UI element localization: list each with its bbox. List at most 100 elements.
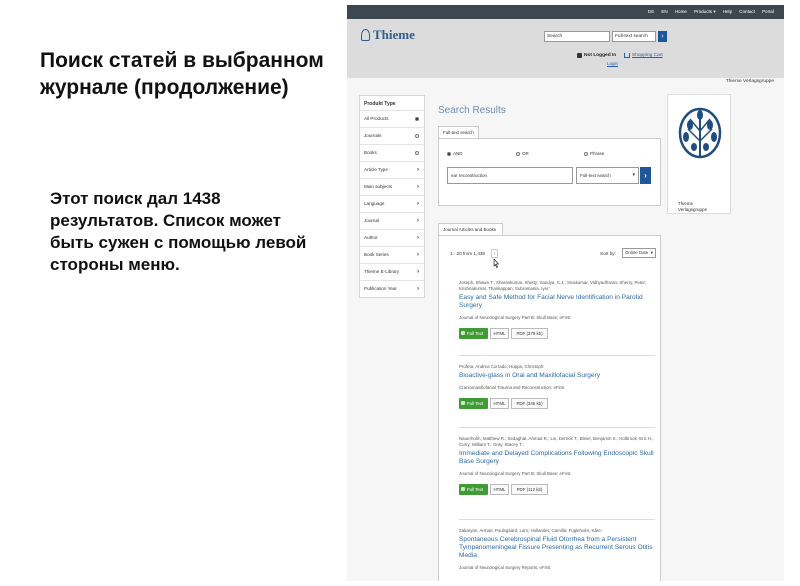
header-search-scope-select[interactable]: Full-text search [612,31,656,42]
top-link-home[interactable]: Home [675,7,687,16]
result-title-link[interactable]: Easy and Safe Method for Facial Nerve Id… [459,294,655,310]
html-button[interactable]: HTML [490,484,509,495]
page-title: Search Results [438,105,506,116]
sidebar-item-journal[interactable]: Journal › [360,212,424,229]
pdf-button[interactable]: PDF (379 kb) [511,328,548,339]
next-page-button[interactable]: › [491,249,498,258]
sidebar-item-books[interactable]: Books [360,144,424,161]
login-status-text: Not Logged In [584,53,617,58]
result-authors: Profeta, Andrea Corrado; Huppa, Christop… [459,364,545,369]
result-item: Zakaryan, Arman; Poulsgaard, Lars; Holla… [459,528,655,581]
radio-icon [415,151,419,155]
chevron-right-icon: › [417,201,419,207]
result-authors: Joseph, Shawn T.; Sharankumar, Shetty; S… [459,280,647,291]
top-link-contact[interactable]: Contact [739,7,755,16]
sidebar-item-author[interactable]: Author › [360,229,424,246]
sidebar-item-publication-year[interactable]: Publication Year › [360,280,424,297]
html-button[interactable]: HTML [490,328,509,339]
full-text-button[interactable]: Full Text [459,328,488,339]
radio-icon [584,151,588,156]
open-lock-icon [461,331,465,335]
result-title-link[interactable]: Spontaneous Cerebrospinal Fluid Otorrhea… [459,536,655,560]
sidebar-item-language[interactable]: Language › [360,195,424,212]
login-status: Not Logged In [577,53,616,58]
header-search-input[interactable]: Search [544,31,610,42]
pdf-button[interactable]: PDF (345 kb) [511,398,548,409]
result-title-link[interactable]: Bioactive-glass in Oral and Maxillofacia… [459,372,655,380]
chevron-right-icon: › [417,269,419,275]
tree-logo-icon [678,107,722,159]
open-lock-icon [461,487,465,491]
chevron-right-icon: › [417,184,419,190]
query-input[interactable]: ear reconstruction [447,167,573,184]
result-source: Craniomaxillofacial Trauma and Reconstru… [459,385,565,390]
result-item: Nauerholm, Matthew R.; Sedaghat, Ahmad R… [459,436,655,520]
sidebar-item-all-products[interactable]: All Products [360,110,424,127]
thieme-logo[interactable]: Thieme [361,27,415,43]
result-title-link[interactable]: Immediate and Delayed Complications Foll… [459,450,655,466]
side-image-caption: Thieme Verlagsgruppe [678,201,708,212]
lock-icon [577,53,582,58]
chevron-right-icon: › [417,167,419,173]
tree-logo-icon [361,29,370,41]
result-authors: Zakaryan, Arman; Poulsgaard, Lars; Holla… [459,528,603,533]
results-list: 1 - 20 from 1,438 › Sort by: Online Date… [438,235,661,581]
chevron-right-icon: › [417,286,419,292]
slide-title: Поиск статей в выбранном журнале (продол… [40,49,324,99]
website-screenshot: DE EN Home Products ▾ Help Contact Porta… [347,5,784,581]
result-authors: Nauerholm, Matthew R.; Sedaghat, Ahmad R… [459,436,654,447]
chevron-down-icon: ▾ [650,250,653,255]
radio-phrase[interactable]: Phrase [584,151,604,156]
sort-select[interactable]: Online Date ▾ [622,248,656,258]
sidebar-item-e-library[interactable]: Thieme E-Library › [360,263,424,280]
result-count: 1 - 20 from 1,438 [450,251,485,256]
chevron-right-icon: › [417,252,419,258]
sidebar-item-article-type[interactable]: Article Type › [360,161,424,178]
chevron-right-icon: › [417,235,419,241]
login-link[interactable]: Login [607,61,618,66]
tab-full-text-search[interactable]: Full-text search [438,126,479,138]
html-button[interactable]: HTML [490,398,509,409]
query-search-button[interactable]: › [640,167,651,184]
slide-description: Этот поиск дал 1438 результатов. Список … [50,189,307,274]
open-lock-icon [461,401,465,405]
thieme-tree-image [667,94,731,214]
radio-or[interactable]: OR [516,151,529,156]
full-text-button[interactable]: Full Text [459,398,488,409]
radio-icon [447,151,451,156]
chevron-down-icon: ▾ [632,172,635,178]
result-source: Journal of Neurological Surgery Reports;… [459,565,551,570]
brand-text: Thieme Verlagsgruppe [725,79,774,84]
top-link-help[interactable]: Help [723,7,732,16]
full-text-button[interactable]: Full Text [459,484,488,495]
sidebar-heading: Produkt Type [364,101,396,107]
top-navigation-bar: DE EN Home Products ▾ Help Contact Porta… [347,5,784,19]
top-link-de[interactable]: DE [648,7,654,16]
sort-by-label: Sort by: [600,251,616,256]
filter-sidebar: Produkt Type All Products Journals Books… [359,95,425,298]
brand-line: Thieme Verlagsgruppe [347,78,784,89]
shopping-cart-link[interactable]: Shopping Cart [624,53,663,58]
mouse-cursor-icon [493,259,499,268]
chevron-right-icon: › [417,218,419,224]
cart-label: Shopping Cart [632,53,663,58]
top-link-en[interactable]: EN [661,7,667,16]
query-scope-select[interactable]: Full-text search ▾ [576,167,639,184]
radio-icon [415,117,419,121]
radio-icon [415,134,419,138]
logo-text: Thieme [373,27,415,42]
result-item: Profeta, Andrea Corrado; Huppa, Christop… [459,364,655,428]
sidebar-item-book-series[interactable]: Book Series › [360,246,424,263]
radio-and[interactable]: AND [447,151,463,156]
header-search-button[interactable]: › [658,31,667,42]
sidebar-item-main-subjects[interactable]: Main subjects › [360,178,424,195]
cart-icon [624,53,630,58]
pdf-button[interactable]: PDF (112 kb) [511,484,548,495]
search-form: AND OR Phrase ear reconstruction Full-te… [438,138,661,206]
result-item: Joseph, Shawn T.; Sharankumar, Shetty; S… [459,280,655,356]
result-source: Journal of Neurological Surgery Part B: … [459,471,571,476]
top-link-products[interactable]: Products ▾ [694,7,716,16]
top-link-portal[interactable]: Portal [762,7,774,16]
sidebar-item-journals[interactable]: Journals [360,127,424,144]
tab-journal-articles-and-books[interactable]: Journal Articles and Books [438,223,503,235]
